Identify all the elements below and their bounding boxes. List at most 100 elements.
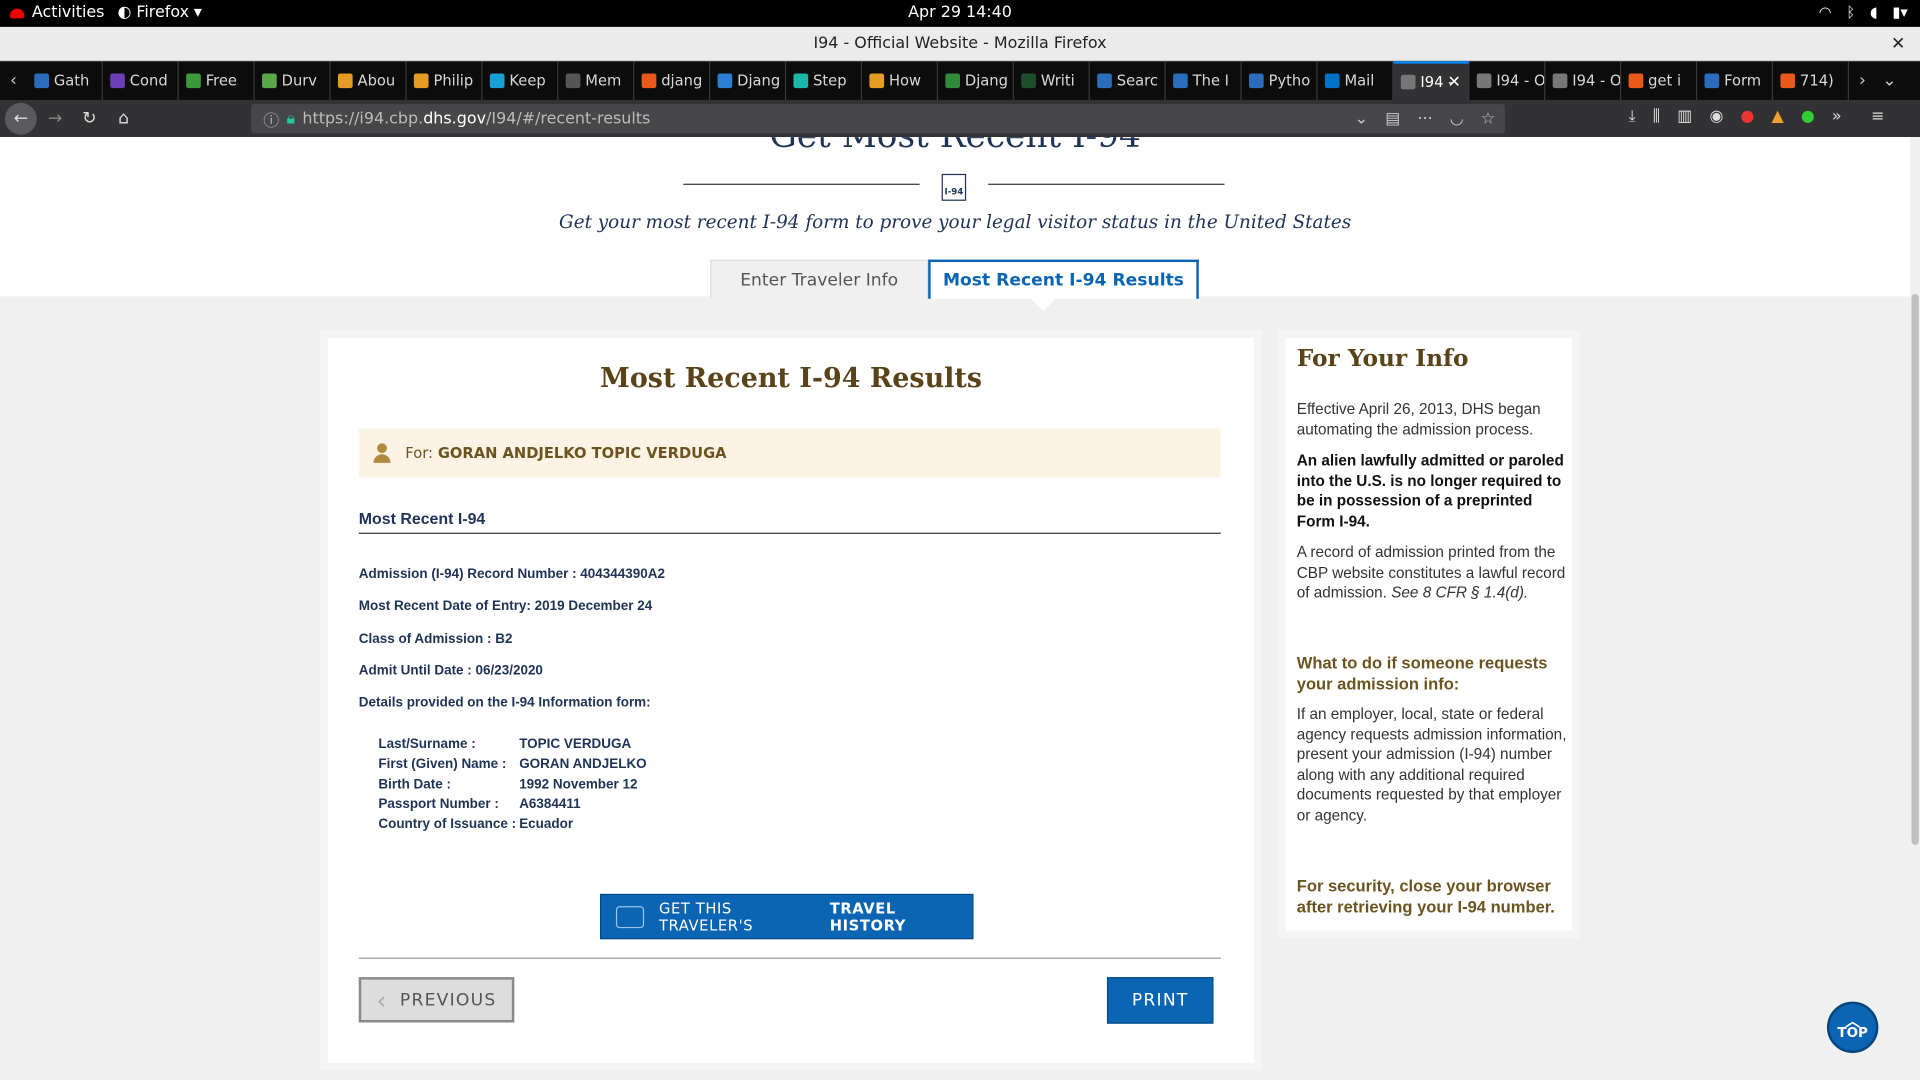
browser-tab[interactable]: The I [1166, 61, 1242, 101]
divider-left [683, 183, 920, 185]
browser-tab[interactable]: Mem [558, 61, 635, 101]
tab-list-icon[interactable]: ⌄ [1876, 61, 1903, 100]
browser-tab[interactable]: get i [1621, 61, 1698, 101]
info-paragraph-bold: An alien lawfully admitted or paroled in… [1296, 451, 1564, 530]
browser-tab[interactable]: I94 - ✕ [1393, 61, 1470, 101]
battery-icon: ▮▾ [1892, 3, 1908, 21]
browser-tab[interactable]: Gath [27, 61, 103, 101]
url-domain: dhs.gov [423, 109, 487, 128]
clock[interactable]: Apr 29 14:40 [0, 4, 1920, 22]
overflow-menu-icon[interactable]: » [1832, 108, 1842, 126]
page-scrollbar[interactable] [1910, 137, 1920, 1080]
account-icon[interactable]: ◉ [1709, 108, 1723, 126]
page-content: Get Most Recent I-94 I-94 Get your most … [0, 137, 1920, 1080]
traveler-details-table: Last/Surname : TOPIC VERDUGA First (Given… [378, 735, 646, 835]
hamburger-menu-icon[interactable]: ≡ [1871, 108, 1884, 126]
entry-date: Most Recent Date of Entry: 2019 December… [358, 598, 653, 614]
close-window-icon[interactable]: ✕ [1891, 27, 1905, 61]
tab-label: Djang [737, 72, 781, 90]
tab-label: Durv [281, 72, 318, 90]
browser-tab[interactable]: Pytho [1242, 61, 1318, 101]
browser-tab[interactable]: Keep [482, 61, 559, 101]
back-button[interactable]: ← [4, 102, 37, 135]
print-button[interactable]: PRINT [1106, 977, 1214, 1024]
url-bar[interactable]: ⓘ 🔒︎ https://i94.cbp. dhs.gov/I94/#/recen… [251, 104, 1505, 134]
tab-scroll-left-icon[interactable]: ‹ [0, 61, 27, 100]
results-title: Most Recent I-94 Results [600, 362, 983, 395]
browser-tab[interactable]: I94 - Off [1545, 61, 1622, 101]
extension-icon[interactable]: ▲ [1772, 108, 1784, 126]
browser-tab[interactable]: Step [786, 61, 863, 101]
reload-button[interactable]: ↻ [73, 103, 105, 135]
browser-tab[interactable]: Writi [1014, 61, 1090, 101]
extension-green-icon[interactable]: ● [1801, 108, 1815, 126]
tab-label: Searc [1116, 72, 1158, 90]
url-dropdown-icon[interactable]: ⌄ [1355, 110, 1368, 128]
page-actions-icon[interactable]: ··· [1417, 110, 1432, 128]
favicon-icon [1704, 73, 1720, 89]
browser-tab[interactable]: Djang [938, 61, 1014, 101]
browser-tab[interactable]: Mail [1318, 61, 1394, 101]
browser-tab[interactable]: Abou [331, 61, 407, 101]
system-tray[interactable]: ◠ ᛒ ◖ ▮▾ [1819, 4, 1908, 21]
browser-tab[interactable]: How [862, 61, 938, 101]
detail-label: Last/Surname : [378, 737, 476, 752]
tab-label: Gath [53, 72, 90, 90]
favicon-icon [1628, 73, 1644, 89]
person-icon [373, 443, 391, 463]
tab-most-recent-results[interactable]: Most Recent I-94 Results [928, 259, 1199, 312]
detail-value: GORAN ANDJELKO [519, 757, 647, 772]
bookmark-star-icon[interactable]: ☆ [1481, 110, 1495, 128]
details-row: Last/Surname : TOPIC VERDUGA [378, 735, 646, 755]
detail-label: Passport Number : [378, 797, 499, 812]
favicon-icon [337, 73, 353, 89]
ublock-icon[interactable]: ● [1740, 108, 1754, 126]
chevron-left-icon: ‹ [376, 985, 388, 1015]
browser-tab[interactable]: Djang [710, 61, 787, 101]
favicon-icon [945, 73, 961, 89]
library-icon[interactable]: ⫼ [1653, 108, 1660, 126]
tab-label: Free [205, 72, 237, 90]
favicon-icon [641, 73, 657, 89]
favicon-icon [793, 73, 809, 89]
tab-enter-traveler-info[interactable]: Enter Traveler Info [710, 259, 929, 299]
browser-tab[interactable]: I94 - Offi [1469, 61, 1546, 101]
browser-tab[interactable]: Cond [103, 61, 179, 101]
reader-view-icon[interactable]: ▤ [1385, 110, 1400, 128]
url-prefix: https://i94.cbp. [302, 109, 424, 128]
info-paragraph: If an employer, local, state or federal … [1296, 705, 1567, 824]
forward-button[interactable]: → [39, 103, 71, 135]
url-path: /I94/#/recent-results [486, 109, 651, 128]
browser-tab[interactable]: 714) [1773, 61, 1849, 101]
details-row: Passport Number : A6384411 [378, 795, 646, 815]
tab-label: Mem [585, 72, 622, 90]
close-tab-icon[interactable]: ✕ [1447, 73, 1460, 91]
sidebar-icon[interactable]: ▥ [1677, 108, 1692, 126]
home-button[interactable]: ⌂ [108, 103, 140, 135]
pocket-icon[interactable]: ◡ [1450, 110, 1464, 128]
favicon-icon [413, 73, 429, 89]
cfr-citation: See 8 CFR § 1.4(d). [1391, 584, 1529, 602]
back-to-top-button[interactable]: ︿ TOP [1826, 1001, 1879, 1054]
results-card: Most Recent I-94 Results For: GORAN ANDJ… [320, 330, 1262, 1071]
divider-right [988, 183, 1225, 185]
previous-button[interactable]: ‹ PREVIOUS [358, 977, 515, 1023]
favicon-icon [1780, 73, 1796, 89]
browser-tab[interactable]: Philip [407, 61, 483, 101]
browser-tab[interactable]: Durv [255, 61, 331, 101]
favicon-icon [1552, 73, 1568, 89]
section-heading: Most Recent I-94 [358, 509, 1221, 534]
travel-history-button[interactable]: GET THIS TRAVELER'S TRAVEL HISTORY [600, 893, 974, 940]
browser-tab[interactable]: Searc [1090, 61, 1166, 101]
tab-scroll-right-icon[interactable]: › [1849, 61, 1876, 100]
info-icon[interactable]: ⓘ [263, 107, 279, 130]
browser-tab[interactable]: Form [1697, 61, 1774, 101]
favicon-icon [717, 73, 733, 89]
traveler-banner: For: GORAN ANDJELKO TOPIC VERDUGA [358, 428, 1221, 478]
info-sidebar: For Your Info Effective April 26, 2013, … [1278, 330, 1580, 938]
download-icon[interactable]: ⤓ [1629, 108, 1636, 126]
scrollbar-thumb[interactable] [1911, 293, 1919, 845]
browser-tab[interactable]: Free [179, 61, 255, 101]
browser-tab[interactable]: djang [634, 61, 711, 101]
wifi-icon: ◠ [1818, 3, 1832, 21]
